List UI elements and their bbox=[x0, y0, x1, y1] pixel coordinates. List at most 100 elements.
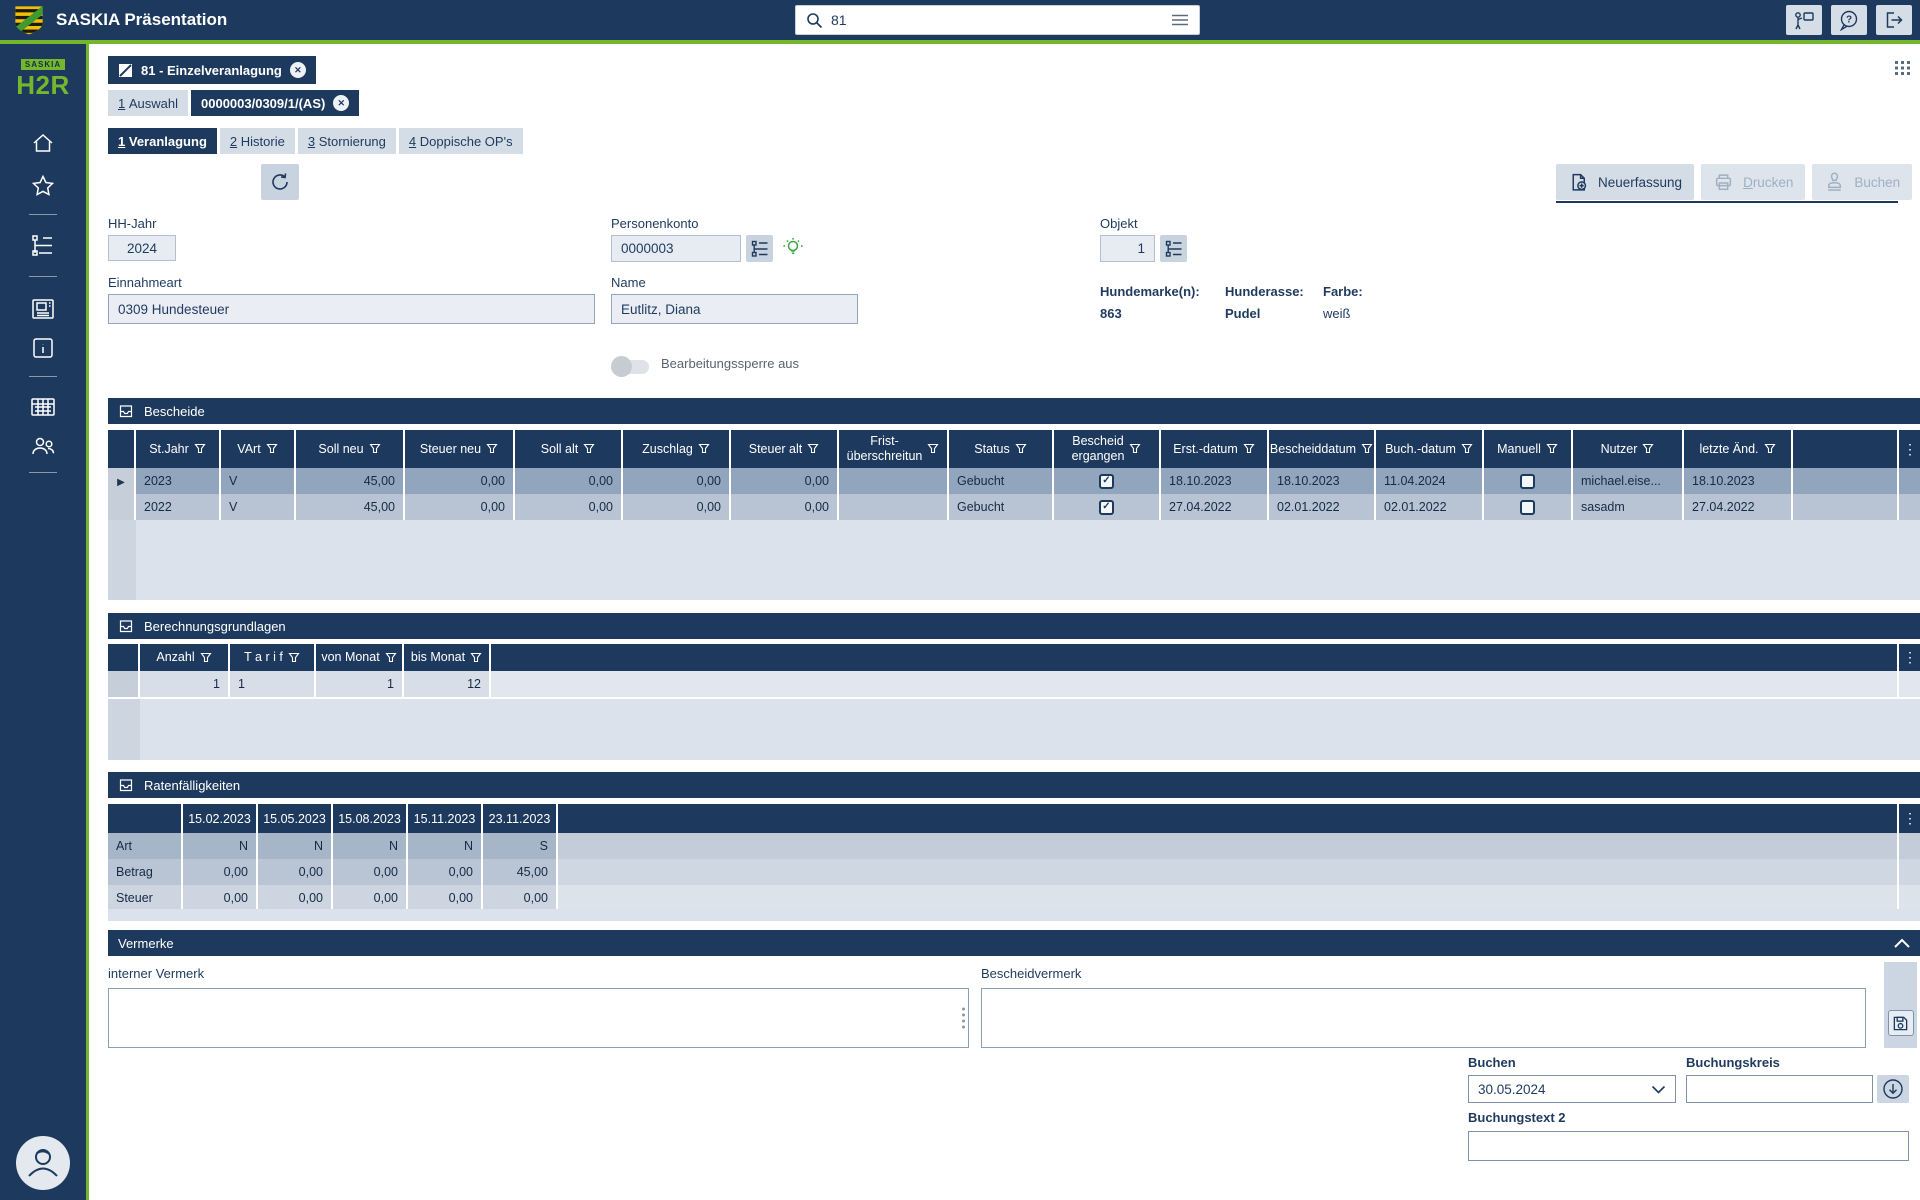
help-icon[interactable]: ? bbox=[1831, 5, 1867, 35]
col-filler bbox=[491, 644, 1899, 671]
personenkonto-lookup-tree-icon[interactable] bbox=[746, 235, 773, 262]
user-avatar[interactable] bbox=[16, 1136, 70, 1190]
objekt-lookup-tree-icon[interactable] bbox=[1160, 235, 1187, 262]
filter-icon[interactable] bbox=[1764, 443, 1776, 455]
tab-auswahl[interactable]: 1 Auswahl bbox=[108, 90, 188, 116]
logout-icon[interactable] bbox=[1876, 5, 1912, 35]
filter-icon[interactable] bbox=[1361, 443, 1373, 455]
col-soll-neu: Soll neu bbox=[296, 430, 405, 468]
toolbar-underline bbox=[1556, 201, 1898, 203]
tab-doppische-ops[interactable]: 4 Doppische OP's bbox=[399, 128, 523, 154]
filter-icon[interactable] bbox=[1015, 443, 1027, 455]
name-label: Name bbox=[611, 275, 646, 290]
presenter-icon[interactable] bbox=[1786, 5, 1822, 35]
home-icon[interactable] bbox=[0, 132, 86, 154]
info-icon[interactable] bbox=[0, 336, 86, 360]
filter-icon[interactable] bbox=[200, 652, 212, 664]
bescheid-ergangen-checkbox[interactable]: ✓ bbox=[1099, 500, 1114, 515]
filter-icon[interactable] bbox=[1129, 443, 1141, 455]
bescheidvermerk-textarea[interactable] bbox=[981, 988, 1866, 1048]
col-fristueberschreitung: Frist- überschreitun bbox=[839, 430, 949, 468]
buchen-date-select[interactable]: 30.05.2024 bbox=[1468, 1075, 1676, 1103]
filter-icon[interactable] bbox=[194, 443, 206, 455]
drucken-button[interactable]: Drucken bbox=[1701, 164, 1805, 200]
raten-empty-area bbox=[108, 909, 1920, 921]
filter-icon[interactable] bbox=[1461, 443, 1473, 455]
tab-einzelveranlagung[interactable]: 81 - Einzelveranlagung ✕ bbox=[108, 56, 316, 84]
raten-row-steuer[interactable]: Steuer 0,00 0,00 0,00 0,00 0,00 bbox=[108, 885, 1920, 911]
personenkonto-field[interactable]: 0000003 bbox=[611, 235, 741, 262]
ratenfaelligkeiten-table: 15.02.2023 15.05.2023 15.08.2023 15.11.2… bbox=[108, 804, 1920, 911]
ratenfaelligkeiten-section-header: Ratenfälligkeiten bbox=[108, 772, 1920, 798]
hh-jahr-label: HH-Jahr bbox=[108, 216, 156, 231]
search-menu-icon[interactable] bbox=[1171, 13, 1189, 27]
tab-stornierung[interactable]: 3 Stornierung bbox=[298, 128, 396, 154]
favorites-star-icon[interactable] bbox=[0, 174, 86, 197]
col-menu: ⋮ bbox=[1899, 644, 1920, 671]
splitter-grip-icon[interactable] bbox=[961, 1006, 966, 1030]
refresh-button[interactable] bbox=[261, 164, 299, 200]
buchungskreis-input[interactable] bbox=[1686, 1075, 1873, 1103]
objekt-field[interactable]: 1 bbox=[1100, 235, 1155, 262]
sidebar-divider bbox=[29, 472, 57, 473]
main-content: 81 - Einzelveranlagung ✕ 1 Auswahl 00000… bbox=[92, 44, 1920, 1200]
col-letzte-aend: letzte Änd. bbox=[1684, 430, 1793, 468]
tab-record[interactable]: 0000003/0309/1/(AS) ✕ bbox=[191, 90, 359, 116]
apply-down-button[interactable] bbox=[1877, 1075, 1909, 1103]
col-filler bbox=[1793, 430, 1899, 468]
col-row-label bbox=[108, 804, 183, 833]
hierarchy-tree-icon[interactable] bbox=[0, 234, 86, 258]
terminal-device-icon[interactable] bbox=[0, 297, 86, 321]
bescheide-row-2022[interactable]: 2022 V 45,00 0,00 0,00 0,00 0,00 Gebucht… bbox=[108, 494, 1920, 520]
collapse-chevron-up-icon[interactable] bbox=[1893, 938, 1911, 949]
filter-icon[interactable] bbox=[369, 443, 381, 455]
column-menu-icon[interactable]: ⋮ bbox=[1902, 441, 1918, 458]
global-search[interactable] bbox=[795, 5, 1200, 35]
filter-icon[interactable] bbox=[266, 443, 278, 455]
filter-icon[interactable] bbox=[927, 443, 939, 455]
buchungstext2-input[interactable] bbox=[1468, 1131, 1909, 1161]
close-icon[interactable]: ✕ bbox=[290, 62, 306, 78]
manuell-checkbox[interactable]: ✓ bbox=[1520, 474, 1535, 489]
filter-icon[interactable] bbox=[1642, 443, 1654, 455]
buchen-button[interactable]: Buchen bbox=[1812, 164, 1912, 200]
filter-icon[interactable] bbox=[583, 443, 595, 455]
neuerfassung-button[interactable]: Neuerfassung bbox=[1556, 164, 1694, 200]
filter-icon[interactable] bbox=[470, 652, 482, 664]
column-menu-icon[interactable]: ⋮ bbox=[1902, 649, 1918, 666]
users-icon[interactable] bbox=[0, 434, 86, 458]
berechnung-row[interactable]: 1 1 1 12 bbox=[108, 671, 1920, 697]
interner-vermerk-label: interner Vermerk bbox=[108, 966, 204, 981]
filter-icon[interactable] bbox=[698, 443, 710, 455]
interner-vermerk-textarea[interactable] bbox=[108, 988, 969, 1048]
search-input[interactable] bbox=[831, 12, 1163, 28]
save-icon[interactable] bbox=[1888, 1010, 1914, 1036]
column-menu-icon[interactable]: ⋮ bbox=[1902, 810, 1918, 827]
filter-icon[interactable] bbox=[1243, 443, 1255, 455]
col-vart: VArt bbox=[221, 430, 296, 468]
tab-historie[interactable]: 2 Historie bbox=[220, 128, 295, 154]
col-date-3: 15.08.2023 bbox=[333, 804, 408, 833]
bescheid-ergangen-checkbox[interactable]: ✓ bbox=[1099, 474, 1114, 489]
bearbeitungssperre-toggle[interactable] bbox=[611, 360, 649, 374]
filter-icon[interactable] bbox=[807, 443, 819, 455]
filter-icon[interactable] bbox=[385, 652, 397, 664]
filter-icon[interactable] bbox=[1546, 443, 1558, 455]
filter-icon[interactable] bbox=[486, 443, 498, 455]
calendar-grid-icon[interactable] bbox=[0, 396, 86, 418]
einnahmeart-field[interactable]: 0309 Hundesteuer bbox=[108, 294, 595, 324]
bescheide-row-2023[interactable]: ▶ 2023 V 45,00 0,00 0,00 0,00 0,00 Gebuc… bbox=[108, 468, 1920, 494]
raten-row-art[interactable]: Art N N N N S bbox=[108, 833, 1920, 859]
h2r-logo: SASKIA H2R bbox=[0, 54, 86, 99]
manuell-checkbox[interactable]: ✓ bbox=[1520, 500, 1535, 515]
lightbulb-icon[interactable] bbox=[781, 236, 805, 260]
tab-veranlagung[interactable]: 1 Veranlagung bbox=[108, 128, 217, 154]
hunderasse-value: Pudel bbox=[1225, 306, 1260, 321]
close-icon[interactable]: ✕ bbox=[333, 95, 349, 111]
raten-row-betrag[interactable]: Betrag 0,00 0,00 0,00 0,00 45,00 bbox=[108, 859, 1920, 885]
grid-menu-icon[interactable] bbox=[1894, 60, 1912, 76]
hh-jahr-field[interactable]: 2024 bbox=[108, 235, 176, 261]
name-field[interactable]: Eutlitz, Diana bbox=[611, 294, 858, 324]
col-bis-monat: bis Monat bbox=[404, 644, 491, 671]
filter-icon[interactable] bbox=[288, 652, 300, 664]
